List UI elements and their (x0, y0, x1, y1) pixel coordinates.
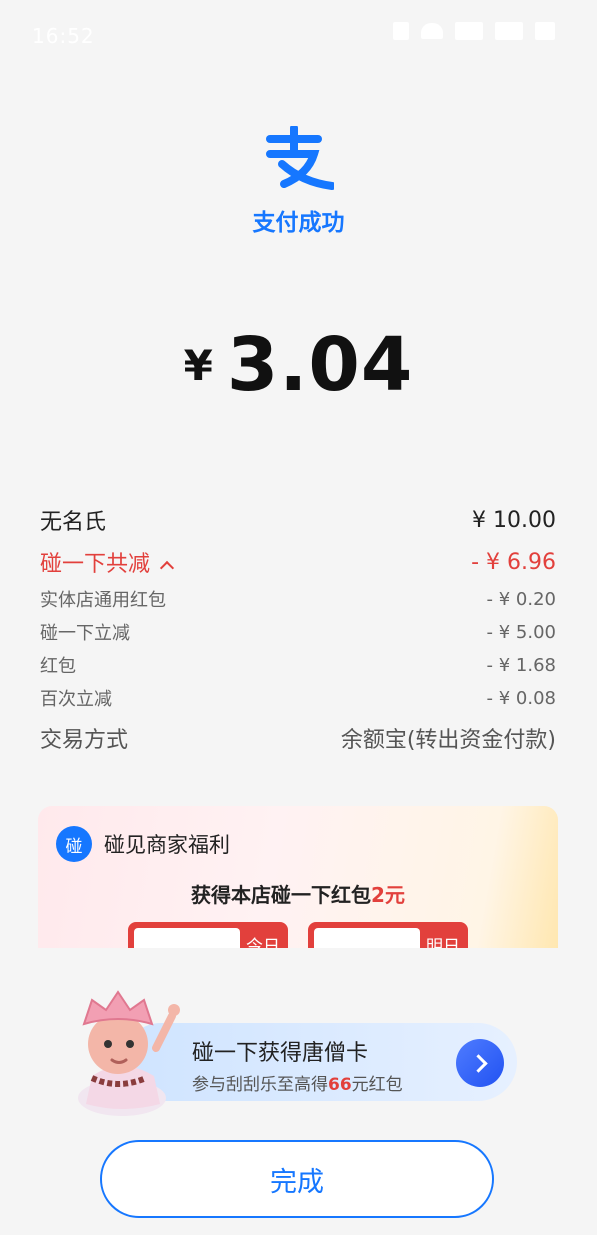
discount-item-value: - ¥ 1.68 (486, 654, 556, 676)
discount-item-label: 红包 (40, 656, 76, 677)
signal-icon (455, 22, 483, 40)
page-title: 支付成功 (252, 210, 345, 236)
banner-subtitle-suffix: 元红包 (351, 1075, 403, 1095)
amount-value: 3.04 (226, 322, 414, 408)
discount-item: 实体店通用红包 - ¥ 0.20 (40, 586, 556, 612)
discount-item: 红包 - ¥ 1.68 (40, 652, 556, 678)
card-subtitle: 获得本店碰一下红包2元 (38, 879, 558, 908)
coupon-tag: 今日 (246, 937, 280, 948)
coupon-tomorrow[interactable]: 明日 (308, 922, 468, 948)
chevron-up-icon[interactable] (159, 560, 175, 576)
wifi-icon (421, 23, 443, 39)
banner-arrow-button[interactable] (456, 1039, 504, 1087)
banner-title: 碰一下获得唐僧卡 (192, 1041, 369, 1066)
nfc-icon (393, 22, 409, 40)
monk-mascot-icon (78, 990, 180, 1116)
payment-method-value: 余额宝(转出资金付款) (340, 728, 556, 753)
peng-badge-icon: 碰 (56, 826, 92, 862)
discount-item-label: 实体店通用红包 (40, 590, 166, 611)
payment-method-row: 交易方式 余额宝(转出资金付款) (40, 722, 556, 754)
discount-label[interactable]: 碰一下共减 (40, 546, 175, 578)
merchant-welfare-card[interactable]: 碰 碰见商家福利 获得本店碰一下红包2元 今日 明日 (38, 806, 558, 948)
coupon-tag: 明日 (426, 937, 460, 948)
status-icons (393, 22, 555, 40)
currency-symbol: ¥ (183, 340, 213, 390)
discount-item-label: 碰一下立减 (40, 623, 130, 644)
banner-subtitle: 参与刮刮乐至高得66元红包 (192, 1070, 403, 1095)
banner-subtitle-prefix: 参与刮刮乐至高得 (192, 1075, 328, 1095)
discount-item-value: - ¥ 0.20 (486, 588, 556, 610)
status-bar: 16:52 (0, 0, 597, 72)
card-subtitle-amount: 2元 (371, 883, 405, 907)
coupon-body (134, 928, 240, 948)
card-subtitle-text: 获得本店碰一下红包 (191, 883, 372, 907)
coupon-today[interactable]: 今日 (128, 922, 288, 948)
discount-label-text: 碰一下共减 (40, 552, 151, 577)
chevron-right-icon (468, 1053, 488, 1073)
payment-method-label: 交易方式 (40, 728, 129, 753)
payee-value: ¥ 10.00 (472, 507, 556, 533)
status-time: 16:52 (32, 24, 95, 48)
discount-item-value: - ¥ 5.00 (486, 621, 556, 643)
discount-item: 百次立减 - ¥ 0.08 (40, 685, 556, 711)
coupon-body (314, 928, 420, 948)
discount-item-value: - ¥ 0.08 (486, 687, 556, 709)
banner-subtitle-amount: 66 (328, 1075, 352, 1095)
signal-icon-2 (495, 22, 523, 40)
discount-item-label: 百次立减 (40, 689, 112, 710)
done-button[interactable]: 完成 (100, 1140, 494, 1218)
discount-item: 碰一下立减 - ¥ 5.00 (40, 619, 556, 645)
alipay-logo-icon (266, 126, 334, 190)
discount-value: - ¥ 6.96 (471, 549, 556, 575)
card-header: 碰 碰见商家福利 (56, 826, 230, 862)
battery-icon (535, 22, 555, 40)
payee-label: 无名氏 (40, 510, 107, 535)
payee-row: 无名氏 ¥ 10.00 (40, 504, 556, 536)
discount-row[interactable]: 碰一下共减 - ¥ 6.96 (40, 546, 556, 578)
payment-amount: ¥3.04 (0, 322, 597, 408)
card-title: 碰见商家福利 (104, 833, 230, 857)
